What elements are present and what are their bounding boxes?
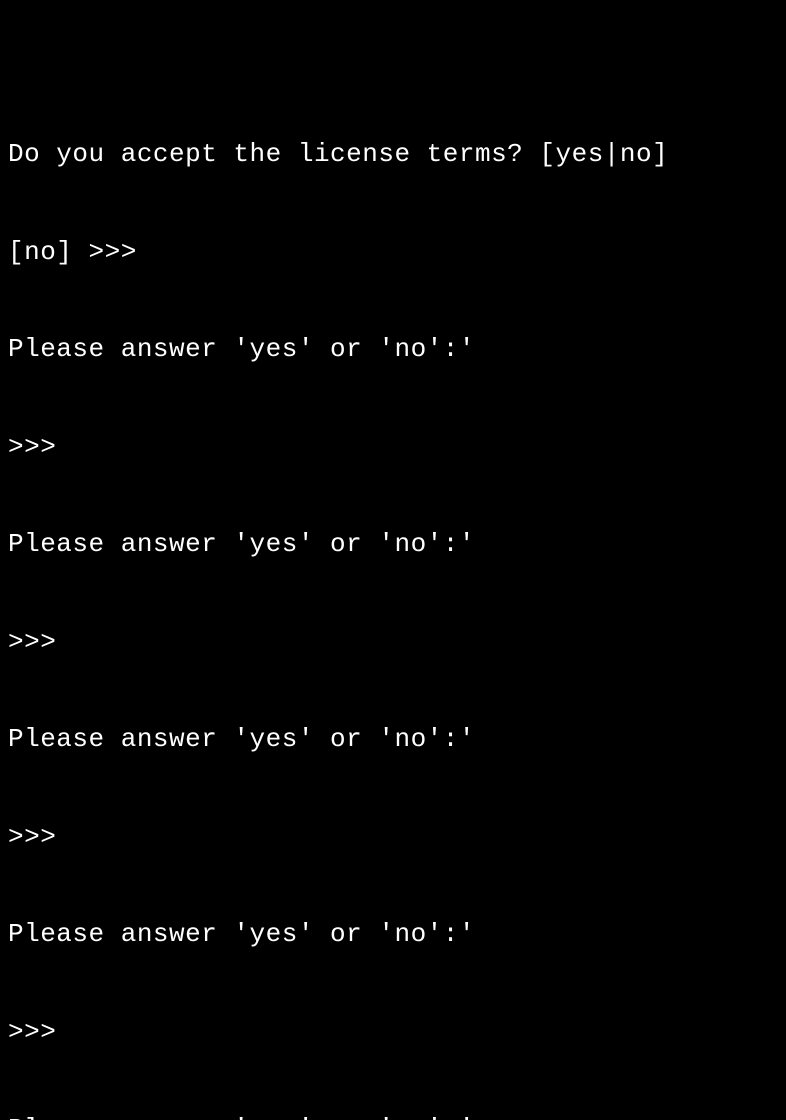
terminal-line: Do you accept the license terms? [yes|no… [8, 138, 786, 171]
terminal-line: >>> [8, 1016, 786, 1049]
terminal-line: Please answer 'yes' or 'no':' [8, 333, 786, 366]
terminal-line: >>> [8, 431, 786, 464]
terminal-line: [no] >>> [8, 236, 786, 269]
terminal-line: Please answer 'yes' or 'no':' [8, 528, 786, 561]
terminal-line: >>> [8, 626, 786, 659]
terminal-line: Please answer 'yes' or 'no':' [8, 1113, 786, 1120]
terminal-line: >>> [8, 821, 786, 854]
terminal-line: Please answer 'yes' or 'no':' [8, 918, 786, 951]
terminal-output[interactable]: Do you accept the license terms? [yes|no… [8, 8, 786, 1120]
terminal-line: Please answer 'yes' or 'no':' [8, 723, 786, 756]
